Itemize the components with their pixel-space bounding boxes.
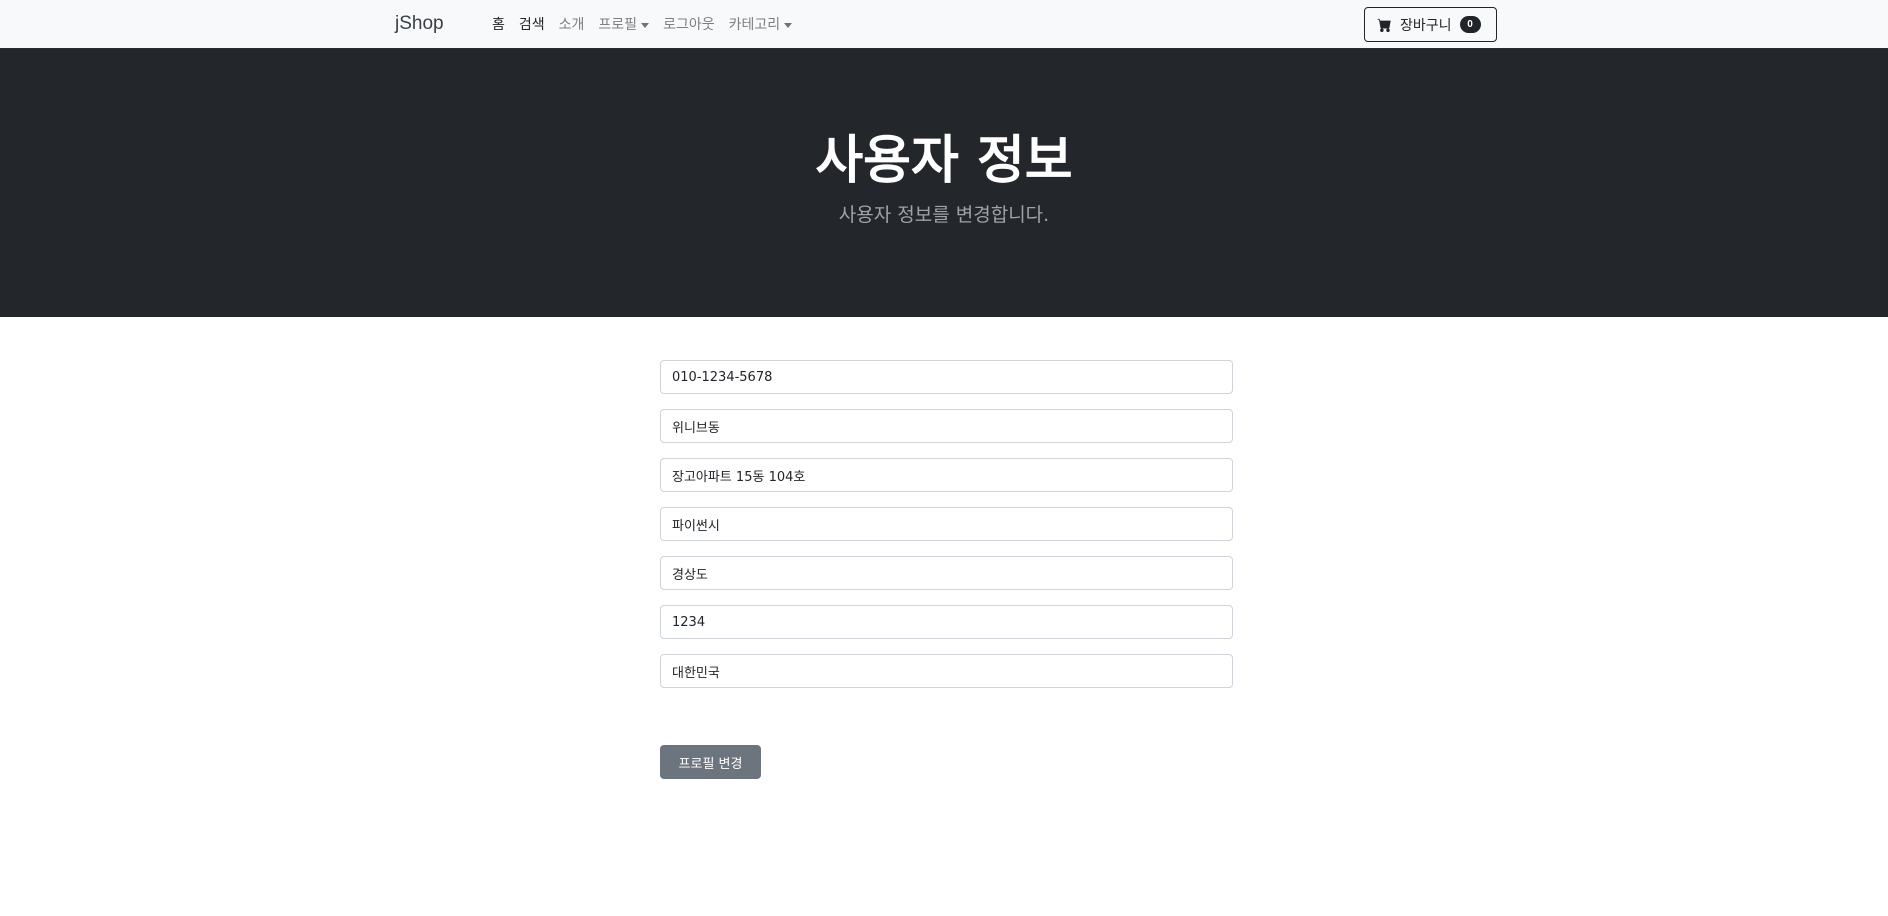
nav-item-about[interactable]: 소개 — [552, 14, 592, 34]
nav-item-search[interactable]: 검색 — [512, 14, 552, 34]
page-title: 사용자 정보 — [815, 131, 1073, 191]
cart-button[interactable]: 장바구니 0 — [1364, 7, 1497, 42]
postal-code-field[interactable] — [660, 605, 1233, 639]
nav-item-label: 소개 — [558, 17, 585, 33]
nav-item-label: 프로필 — [598, 17, 638, 33]
state-field[interactable] — [660, 556, 1233, 590]
nav-item-label: 카테고리 — [728, 17, 781, 33]
page-subtitle: 사용자 정보를 변경합니다. — [838, 204, 1050, 226]
nav-menu: 홈 검색 소개 프로필 로그아웃 카테고리 — [485, 14, 799, 34]
address-detail-field[interactable] — [660, 458, 1233, 492]
cart-count-badge: 0 — [1459, 16, 1481, 33]
nav-item-label: 로그아웃 — [663, 17, 715, 33]
nav-item-label: 검색 — [518, 17, 545, 33]
nav-item-logout[interactable]: 로그아웃 — [656, 14, 722, 34]
country-field[interactable] — [660, 654, 1233, 688]
brand-logo[interactable]: jShop — [395, 13, 444, 35]
caret-down-icon — [784, 22, 793, 28]
nav-item-profile-dropdown[interactable]: 프로필 — [591, 14, 656, 34]
cart-icon — [1377, 18, 1392, 32]
nav-item-label: 홈 — [492, 17, 505, 33]
caret-down-icon — [641, 22, 650, 28]
update-profile-button[interactable]: 프로필 변경 — [660, 745, 761, 779]
profile-form — [660, 360, 1233, 703]
city-field[interactable] — [660, 507, 1233, 541]
nav-item-home[interactable]: 홈 — [485, 14, 512, 34]
phone-field[interactable] — [660, 360, 1233, 394]
navbar: jShop 홈 검색 소개 프로필 로그아웃 카테고리 장바구니 0 — [0, 0, 1888, 49]
address-street-field[interactable] — [660, 409, 1233, 443]
hero-banner: 사용자 정보 사용자 정보를 변경합니다. — [0, 49, 1888, 317]
nav-item-category-dropdown[interactable]: 카테고리 — [722, 14, 800, 34]
cart-label: 장바구니 — [1400, 16, 1452, 33]
